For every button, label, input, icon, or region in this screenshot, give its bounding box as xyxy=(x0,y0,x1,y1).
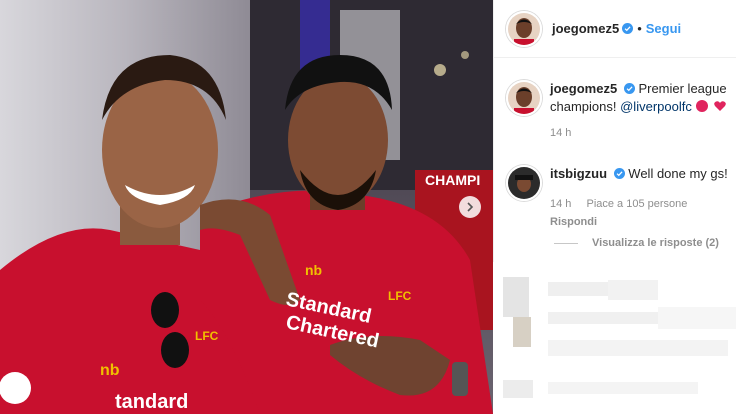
caption-time: 14 h xyxy=(550,127,572,139)
comment-text: itsbigzuu Well done my gs! xyxy=(550,165,730,183)
avatar[interactable] xyxy=(506,165,542,201)
svg-text:nb: nb xyxy=(100,362,120,379)
next-photo-button[interactable] xyxy=(459,196,481,218)
separator-dot: • xyxy=(637,21,642,36)
follow-button[interactable]: Segui xyxy=(646,21,681,36)
caption-text: joegomez5 Premier league champions! @liv… xyxy=(550,80,730,116)
view-replies-label: Visualizza le risposte (2) xyxy=(592,237,719,249)
svg-text:CHAMPI: CHAMPI xyxy=(425,172,480,188)
post-photo[interactable]: Standard Chartered tandard nb nb LFC LFC… xyxy=(0,0,493,414)
svg-text:tandard: tandard xyxy=(115,391,188,413)
caption-username[interactable]: joegomez5 xyxy=(550,81,617,96)
verified-badge-icon xyxy=(622,23,634,34)
comment-likes[interactable]: Piace a 105 persone xyxy=(586,198,687,210)
comment-meta: 14 h Piace a 105 persone Rispondi xyxy=(550,195,730,231)
post-caption: joegomez5 Premier league champions! @liv… xyxy=(506,80,730,142)
pixelated-comments-area xyxy=(493,262,736,414)
avatar[interactable] xyxy=(506,10,542,47)
reply-button[interactable]: Rispondi xyxy=(550,213,730,231)
header-username[interactable]: joegomez5 xyxy=(552,21,619,36)
comment-body: Well done my gs! xyxy=(628,166,728,181)
svg-text:nb: nb xyxy=(305,262,322,278)
mention-link[interactable]: @liverpoolfc xyxy=(620,99,692,114)
comment-username[interactable]: itsbigzuu xyxy=(550,166,607,181)
view-replies-link[interactable]: Visualizza le risposte (2) xyxy=(554,237,719,249)
verified-badge-icon xyxy=(613,168,625,179)
caption-meta: 14 h xyxy=(550,124,730,142)
chevron-right-icon xyxy=(467,202,474,212)
comment-time: 14 h xyxy=(550,198,572,210)
verified-badge-icon xyxy=(623,83,635,94)
avatar[interactable] xyxy=(506,80,542,116)
replies-divider xyxy=(554,242,578,244)
red-heart-icon xyxy=(714,101,726,111)
red-circle-icon xyxy=(696,100,709,112)
photo-illustration: Standard Chartered tandard nb nb LFC LFC… xyxy=(0,0,493,414)
post-header: joegomez5 • Segui xyxy=(494,0,736,58)
svg-text:LFC: LFC xyxy=(195,329,219,343)
svg-text:LFC: LFC xyxy=(388,289,412,303)
comment-item: itsbigzuu Well done my gs! 14 h Piace a … xyxy=(506,165,730,231)
